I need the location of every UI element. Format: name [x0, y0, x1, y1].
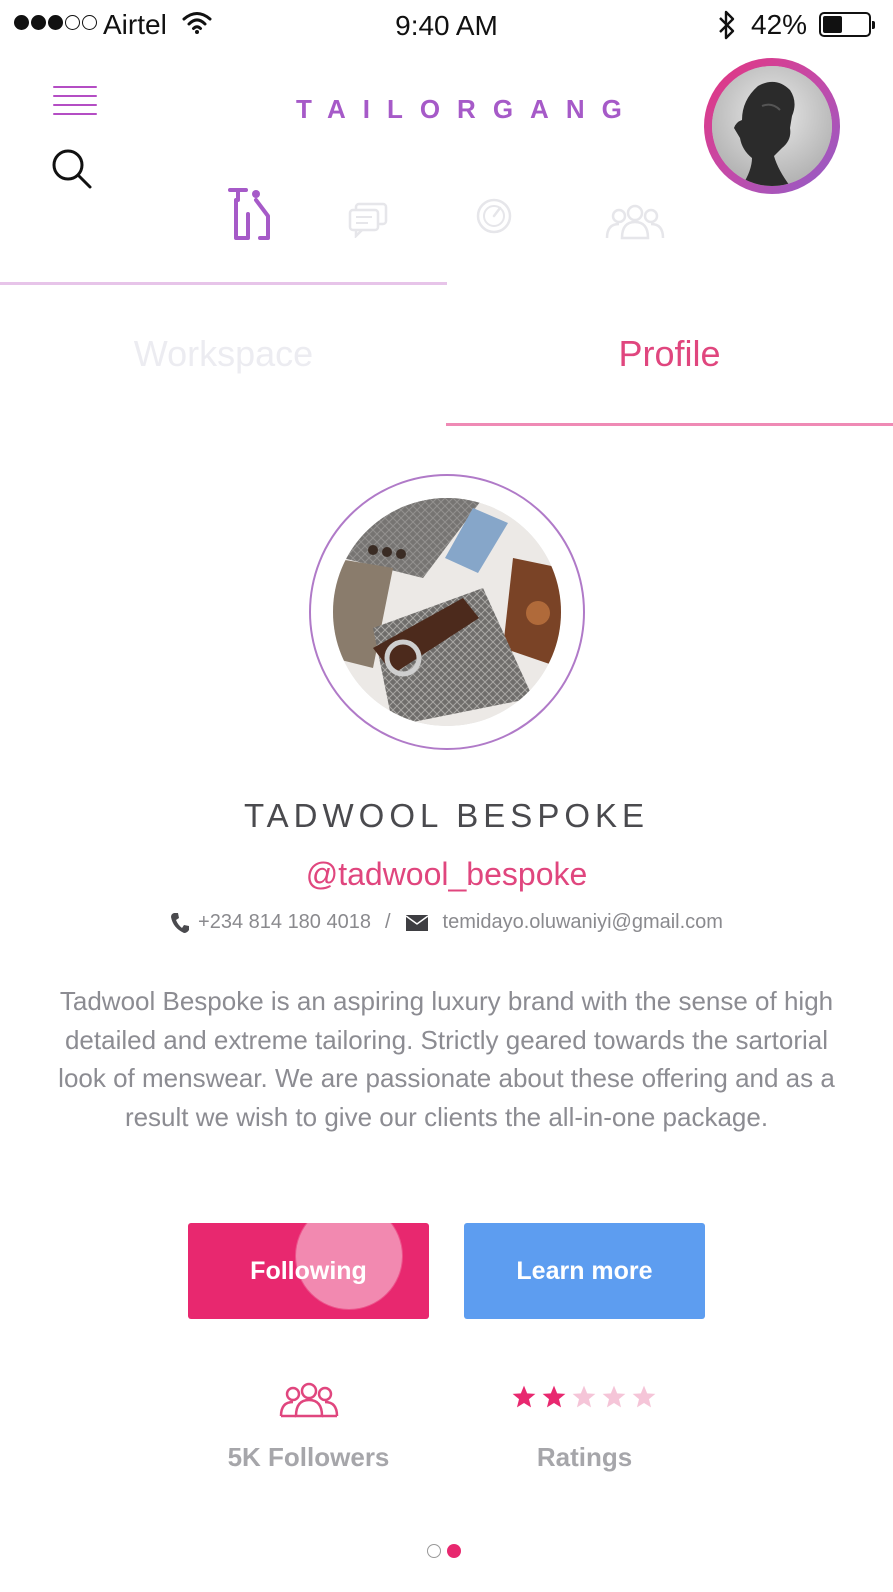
- status-bar: Airtel 9:40 AM 42%: [0, 0, 893, 52]
- tab-active-indicator: [446, 423, 893, 426]
- chat-icon[interactable]: [348, 202, 388, 238]
- page-indicator: [427, 1544, 461, 1558]
- tab-divider: [0, 282, 447, 285]
- phone-icon: [171, 912, 190, 933]
- brand-logo: TAILORGANG: [296, 94, 639, 124]
- top-nav: [0, 186, 893, 246]
- star-empty-icon[interactable]: [571, 1384, 597, 1410]
- contact-info: +234 814 180 4018 / temidayo.oluwaniyi@g…: [0, 911, 893, 934]
- bluetooth-icon: [719, 10, 735, 40]
- timer-icon[interactable]: [474, 196, 514, 236]
- tailor-mannequin-icon[interactable]: [226, 186, 272, 242]
- mail-icon: [405, 914, 428, 931]
- rating-stars[interactable]: [511, 1384, 657, 1410]
- profile-bio: Tadwool Bespoke is an aspiring luxury br…: [58, 986, 835, 1132]
- profile-handle[interactable]: @tadwool_bespoke: [0, 856, 893, 893]
- community-icon[interactable]: [604, 202, 666, 240]
- learn-more-button-label: Learn more: [516, 1256, 653, 1285]
- tab-profile[interactable]: Profile: [446, 333, 893, 375]
- email-address[interactable]: temidayo.oluwaniyi@gmail.com: [443, 911, 723, 934]
- followers-count: 5K Followers: [227, 1442, 390, 1472]
- profile-picture[interactable]: [309, 474, 585, 750]
- user-avatar-image: [712, 66, 832, 186]
- profile-name: TADWOOL BESPOKE: [243, 797, 650, 834]
- learn-more-button[interactable]: Learn more: [464, 1223, 705, 1319]
- star-empty-icon[interactable]: [601, 1384, 627, 1410]
- phone-number[interactable]: +234 814 180 4018: [198, 911, 371, 934]
- star-filled-icon[interactable]: [511, 1384, 537, 1410]
- followers-icon: [279, 1382, 339, 1418]
- star-filled-icon[interactable]: [541, 1384, 567, 1410]
- profile-picture-image: [333, 498, 561, 726]
- contact-separator: /: [384, 911, 391, 933]
- menu-icon[interactable]: [53, 86, 97, 118]
- search-icon[interactable]: [51, 148, 93, 190]
- user-avatar[interactable]: [704, 58, 840, 194]
- tab-workspace[interactable]: Workspace: [0, 333, 447, 375]
- star-empty-icon[interactable]: [631, 1384, 657, 1410]
- battery-icon: [819, 12, 875, 37]
- ratings-label: Ratings: [536, 1442, 633, 1472]
- page-dot-active: [447, 1544, 461, 1558]
- following-button[interactable]: Following: [188, 1223, 429, 1319]
- battery-percent: 42%: [751, 9, 808, 40]
- following-button-label: Following: [250, 1256, 367, 1285]
- page-dot: [427, 1544, 441, 1558]
